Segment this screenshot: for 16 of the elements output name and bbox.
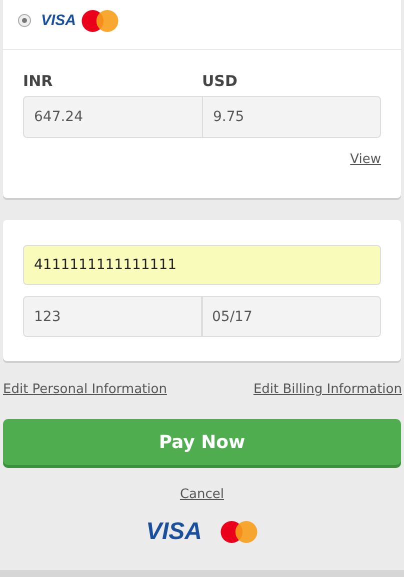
currency-label: USD xyxy=(202,72,238,90)
amount-value: 647.24 xyxy=(33,108,84,127)
card-number-field[interactable]: 4111111111111111 xyxy=(23,245,381,285)
card-logo-icon xyxy=(81,8,120,32)
view-link[interactable]: View xyxy=(350,152,381,167)
cancel-link[interactable]: Cancel xyxy=(180,487,224,502)
currency-label: INR xyxy=(23,72,54,90)
expiry-field[interactable]: 05/17 xyxy=(202,296,381,337)
edit-billing-link[interactable]: Edit Billing Information xyxy=(253,382,402,397)
visa-logo: VISA xyxy=(146,518,202,546)
radio-button[interactable] xyxy=(18,14,31,27)
edit-personal-link[interactable]: Edit Personal Information xyxy=(3,382,167,397)
cvv-field[interactable]: 123 xyxy=(23,296,202,337)
card-logo-icon xyxy=(220,520,258,544)
amount-value: 9.75 xyxy=(202,97,380,137)
visa-logo: VISA xyxy=(41,12,76,29)
